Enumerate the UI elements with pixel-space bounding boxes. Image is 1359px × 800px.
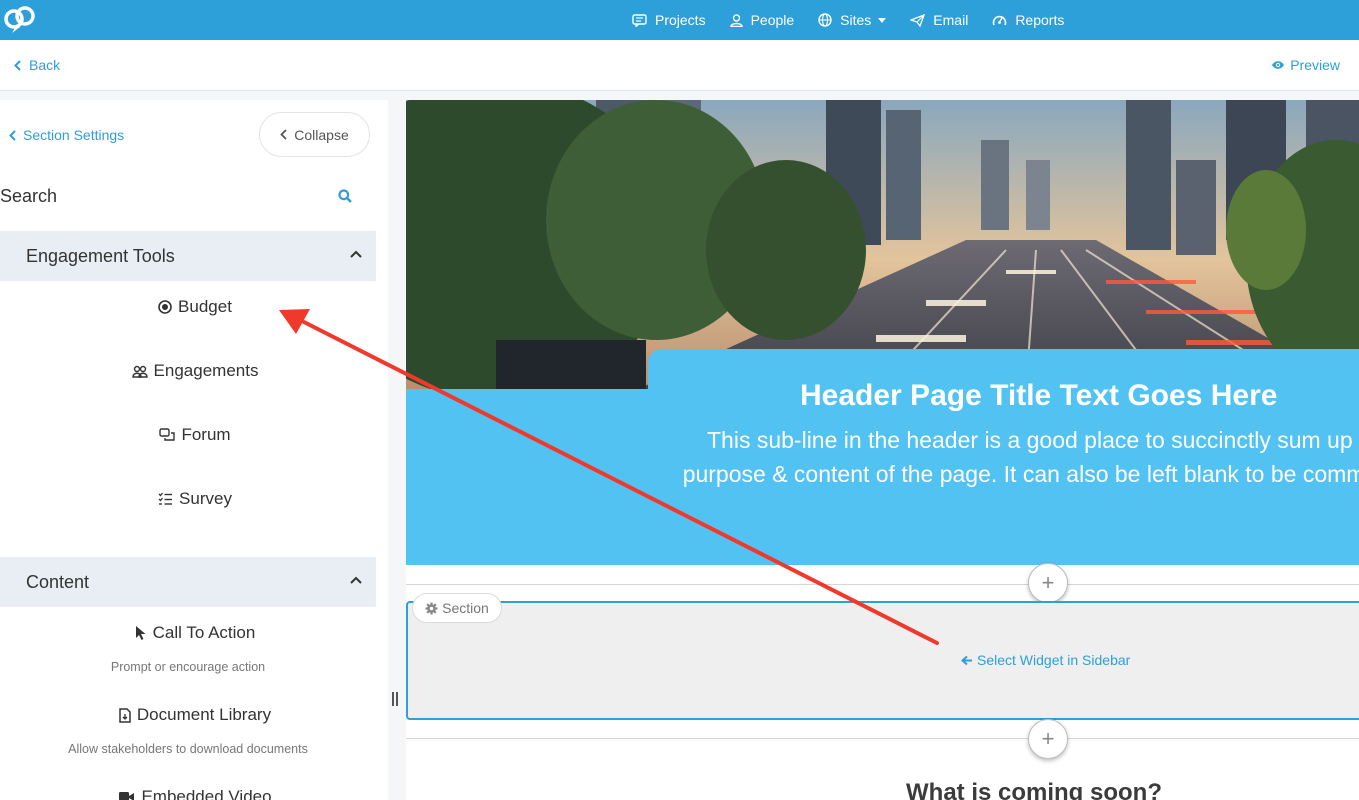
chevron-up-icon [350, 250, 362, 258]
forum-icon [159, 428, 176, 441]
group-header-content[interactable]: Content [0, 557, 376, 607]
plus-icon: + [1041, 570, 1055, 595]
section-settings-button[interactable]: Section [412, 593, 502, 623]
preview-label: Preview [1290, 57, 1340, 73]
preview-link[interactable]: Preview [1271, 57, 1340, 73]
widget-description: Prompt or encourage action [110, 660, 266, 674]
engagements-icon [131, 365, 148, 378]
section-settings-link[interactable]: Section Settings [9, 127, 124, 143]
page-title[interactable]: Header Page Title Text Goes Here [800, 379, 1277, 413]
group-header-engagement-tools[interactable]: Engagement Tools [0, 231, 376, 281]
chat-icon [632, 13, 647, 27]
globe-icon [818, 13, 832, 27]
eye-icon [1272, 61, 1285, 69]
chart-icon [993, 15, 1007, 25]
page-canvas: Header Page Title Text Goes Here This su… [406, 100, 1359, 800]
chevron-left-icon [280, 129, 287, 140]
section-settings-label: Section Settings [23, 127, 125, 143]
section-heading: What is coming soon? [906, 779, 1162, 800]
collapse-label: Collapse [294, 126, 349, 143]
chevron-up-icon [350, 576, 362, 584]
widget-call-to-action[interactable]: Call To Action [0, 623, 388, 643]
widget-label: Embedded Video [141, 787, 272, 800]
nav-email[interactable]: Email [910, 12, 968, 28]
nav-label: Sites [840, 12, 872, 28]
group-title: Content [26, 571, 90, 592]
widget-label: Survey [179, 489, 232, 508]
nav-projects[interactable]: Projects [632, 12, 706, 28]
gear-icon [425, 602, 438, 614]
widget-label: Budget [178, 297, 232, 316]
widget-label: Engagements [153, 361, 259, 380]
widget-forum[interactable]: Forum [0, 425, 388, 445]
header-image [406, 100, 1359, 390]
group-title: Engagement Tools [26, 245, 175, 266]
nav-label: Email [933, 12, 969, 28]
video-icon [119, 792, 135, 800]
nav-people[interactable]: People [729, 12, 795, 28]
widget-label: Forum [181, 425, 231, 444]
send-icon [910, 13, 926, 27]
back-label: Back [29, 57, 61, 73]
widget-document-library[interactable]: Document Library [0, 705, 388, 725]
widget-label: Document Library [136, 705, 272, 724]
search-icon[interactable] [338, 189, 352, 208]
survey-icon [158, 492, 173, 505]
app-logo-icon[interactable] [4, 5, 36, 35]
document-icon [119, 707, 131, 723]
section-block[interactable]: Section [406, 593, 1359, 720]
sidebar-resize-handle[interactable] [392, 692, 398, 706]
widget-description: Allow stakeholders to download documents [68, 742, 308, 756]
widget-label: Call To Action [152, 623, 256, 642]
chevron-left-icon [14, 59, 21, 71]
search-input[interactable]: Search [0, 186, 57, 207]
add-section-button[interactable]: + [1028, 563, 1068, 603]
plus-icon: + [1041, 726, 1055, 751]
page-subtitle[interactable]: This sub-line in the header is a good pl… [679, 423, 1359, 491]
top-nav: Projects People Sites Email Reports [0, 0, 1359, 40]
nav-label: Projects [655, 12, 706, 28]
back-link[interactable]: Back [14, 57, 60, 73]
nav-reports[interactable]: Reports [992, 12, 1064, 28]
arrow-left-icon [961, 655, 972, 665]
section-divider [406, 738, 1359, 739]
budget-icon [158, 300, 172, 314]
section-divider [406, 584, 1359, 585]
nav-label: People [750, 12, 795, 28]
add-section-button[interactable]: + [1028, 719, 1068, 759]
section-tag-label: Section [442, 600, 489, 616]
widget-survey[interactable]: Survey [0, 489, 388, 509]
collapse-button[interactable]: Collapse [259, 112, 370, 157]
widget-embedded-video[interactable]: Embedded Video [0, 787, 388, 800]
chevron-down-icon [878, 17, 887, 23]
widget-engagements[interactable]: Engagements [0, 361, 388, 381]
person-icon [729, 13, 743, 27]
chevron-left-icon [9, 129, 16, 141]
cursor-icon [135, 626, 146, 640]
nav-label: Reports [1015, 12, 1065, 28]
widget-budget[interactable]: Budget [0, 297, 388, 317]
nav-sites[interactable]: Sites [818, 12, 887, 28]
editor-toolbar: Back Preview [0, 40, 1359, 91]
select-widget-label: Select Widget in Sidebar [977, 652, 1131, 668]
widget-sidebar: Section Settings Collapse Search Engagem… [0, 100, 388, 800]
select-widget-hint: Select Widget in Sidebar [961, 652, 1130, 668]
